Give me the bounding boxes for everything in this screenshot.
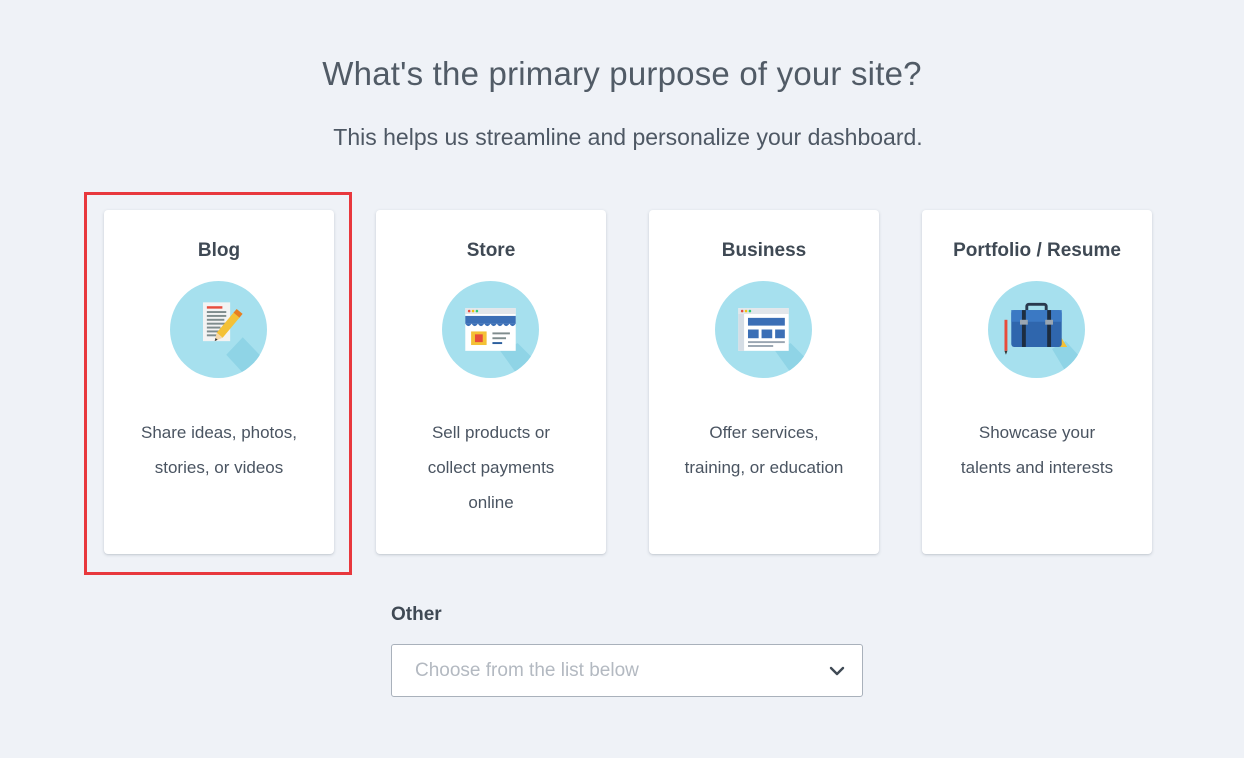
card-description: Sell products or collect payments online	[390, 415, 592, 520]
card-description-line: Offer services,	[709, 423, 819, 442]
purpose-card-blog[interactable]: Blog Share ideas, photos, stories, or vi…	[104, 210, 334, 554]
other-label: Other	[391, 604, 442, 625]
page-subtitle: This helps us streamline and personalize…	[333, 124, 923, 150]
card-description: Share ideas, photos, stories, or videos	[118, 415, 320, 485]
chevron-down-icon[interactable]	[829, 663, 845, 679]
purpose-card-business[interactable]: Business Offer services, training, or ed…	[649, 210, 879, 554]
select-placeholder: Choose from the list below	[415, 660, 639, 681]
purpose-card-store[interactable]: Store Sell products or collect payments …	[376, 210, 606, 554]
other-purpose-select[interactable]: Choose from the list below	[391, 644, 863, 697]
card-description: Offer services, training, or education	[663, 415, 865, 485]
purpose-card-portfolio[interactable]: Portfolio / Resume Showcase your talents…	[922, 210, 1152, 554]
card-description: Showcase your talents and interests	[936, 415, 1138, 485]
card-description-line: Share ideas, photos,	[141, 423, 297, 442]
store-storefront-icon	[442, 281, 539, 378]
card-description-line: stories, or videos	[154, 458, 284, 477]
portfolio-briefcase-icon	[988, 281, 1085, 378]
card-description-line: talents and interests	[960, 458, 1114, 477]
card-description-line: training, or education	[684, 458, 844, 477]
card-title: Business	[721, 240, 807, 261]
business-browser-window-icon	[715, 281, 812, 378]
card-description-line: Sell products or	[431, 423, 551, 442]
card-title: Portfolio / Resume	[953, 240, 1121, 261]
page-title: What's the primary purpose of your site?	[322, 55, 922, 92]
card-description-line: online	[468, 493, 514, 512]
blog-document-pencil-icon	[170, 281, 267, 378]
card-description-line: collect payments	[427, 458, 555, 477]
card-title: Blog	[197, 240, 241, 261]
card-title: Store	[466, 240, 516, 261]
card-description-line: Showcase your	[978, 423, 1096, 442]
